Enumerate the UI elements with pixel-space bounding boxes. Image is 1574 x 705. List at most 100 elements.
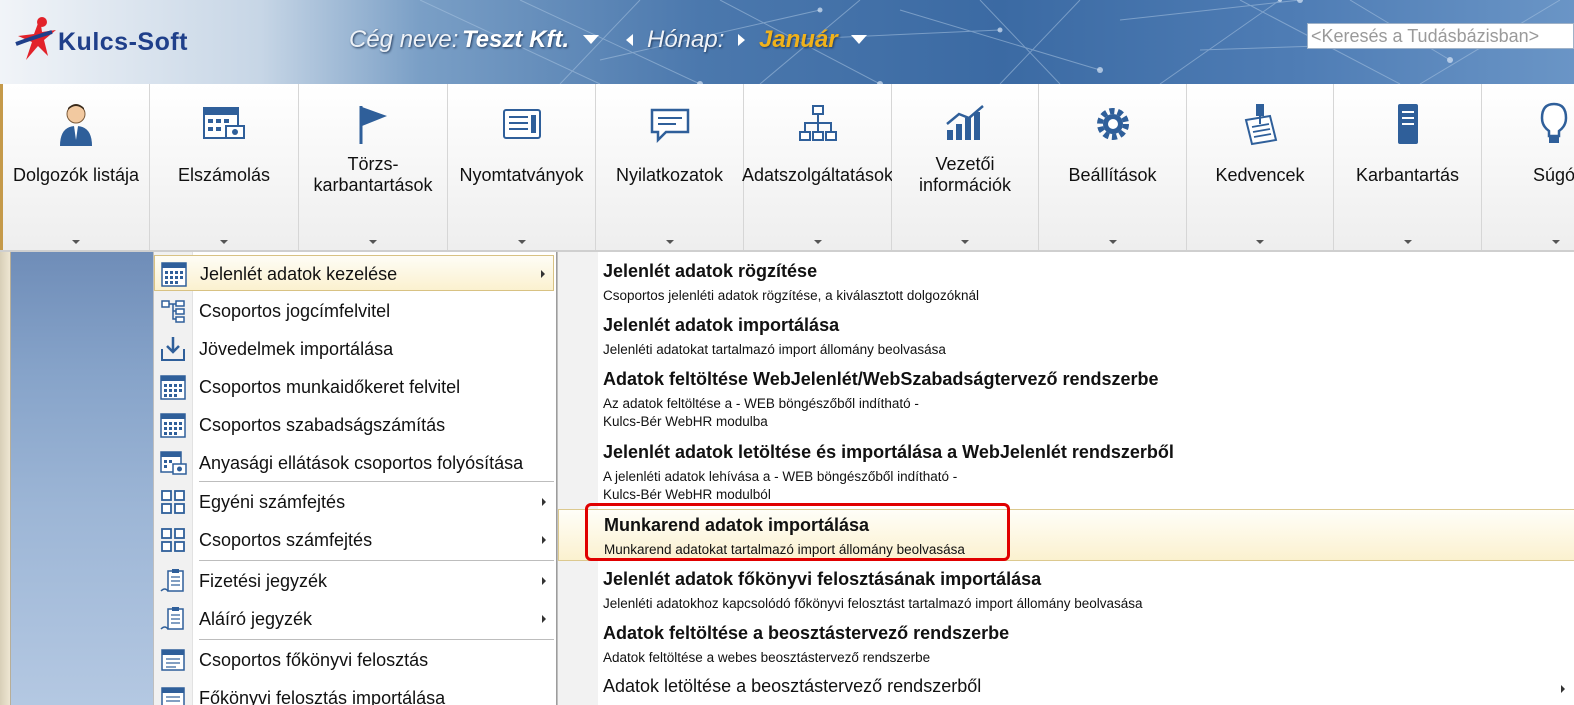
menu-item-income-import[interactable]: Jövedelmek importálása [154,331,554,367]
submenu-item-download-webjelenlet[interactable]: Jelenlét adatok letöltése és importálása… [558,442,1574,506]
menu-item-label: Csoportos munkaidőkeret felvitel [199,377,461,397]
chevron-down-icon [1256,240,1264,244]
ribbon-button-data-services[interactable]: Adatszolgáltatások [741,84,894,250]
month-value[interactable]: Január [759,26,838,54]
menu-separator [199,639,554,640]
calendar-grid-icon [160,375,186,400]
menu-item-label: Főkönyvi felosztás importálása [199,688,446,705]
menu-separator [199,481,554,482]
chevron-down-icon [665,240,674,244]
lightbulb-icon [1540,102,1568,143]
submenu-item-title: Adatok letöltése a beosztástervező rends… [603,676,982,696]
ribbon-label: Nyomtatványok [459,164,584,185]
ribbon-button-payroll[interactable]: Elszámolás [150,84,299,250]
submenu-item-description: Jelenléti adatokhoz kapcsolódó főkönyvi … [603,596,1143,611]
submenu-arrow-icon [542,536,546,544]
submenu-arrow-icon [542,498,546,506]
menu-item-label: Csoportos jogcímfelvitel [199,301,391,321]
chevron-down-icon [1403,240,1412,244]
ribbon-button-help[interactable]: Súgó [1482,84,1574,250]
next-month-icon[interactable] [738,34,745,46]
previous-month-icon[interactable] [626,34,633,46]
ribbon-button-settings[interactable]: Beállítások [1039,84,1187,250]
menu-item-worktime-frame[interactable]: Csoportos munkaidőkeret felvitel [154,369,554,405]
ribbon-button-management-info[interactable]: Vezetői információk [892,84,1039,250]
ribbon-button-master-data[interactable]: Törzs- karbantartások [299,84,448,250]
submenu-item-title: Adatok feltöltése a beosztástervező rend… [603,623,1010,643]
submenu-arrow-icon [541,270,545,278]
company-label: Cég neve: [349,26,459,53]
submenu-arrow-icon [542,615,546,623]
ribbon-button-employees[interactable]: Dolgozók listája [0,84,150,250]
menu-item-ledger-distribution[interactable]: Csoportos főkönyvi felosztás [154,642,554,678]
logo-text: Kulcs-Soft [58,28,188,56]
menu-item-label: Anyasági ellátások csoportos folyósítása [199,453,524,473]
employee-icon [60,104,92,146]
ribbon-button-favorites[interactable]: Kedvencek [1187,84,1334,250]
submenu-arrow-icon [542,577,546,585]
menu-item-group-payroll[interactable]: Csoportos számfejtés [154,522,554,558]
menu-item-signature-list[interactable]: Aláíró jegyzék [154,601,554,637]
ribbon-label: Adatszolgáltatások [741,164,894,185]
ribbon-label: Nyilatkozatok [615,164,724,185]
month-dropdown-icon[interactable] [851,35,867,44]
speech-bubble-icon [650,108,689,144]
main-ribbon: Dolgozók listája Elszámolás Törzs- karba… [0,84,1574,252]
submenu-item-description: Csoportos jelenléti adatok rögzítése, a … [603,288,979,303]
submenu-item-download-scheduler[interactable]: Adatok letöltése a beosztástervező rends… [558,676,1574,704]
ribbon-label: Beállítások [1068,164,1157,185]
menu-item-payslip[interactable]: Fizetési jegyzék [154,563,554,599]
knowledge-base-search-input[interactable] [1307,23,1574,49]
menu-item-leave-calculation[interactable]: Csoportos szabadságszámítás [154,407,554,443]
menu-item-label: Csoportos szabadságszámítás [199,415,446,435]
grid-squares-icon [161,490,185,514]
submenu-item-title: Jelenlét adatok importálása [603,315,840,335]
ribbon-label: Dolgozók listája [12,164,140,185]
org-chart-icon [798,105,837,141]
ribbon-label: Törzs- karbantartások [313,154,433,195]
app-header: Kulcs-Soft Cég neve: Teszt Kft. Hónap: J… [0,0,1574,84]
gear-icon [1096,108,1129,140]
ribbon-button-forms[interactable]: Nyomtatványok [448,84,596,250]
tree-icon [161,300,185,323]
document-icon [502,109,541,139]
ribbon-label: Elszámolás [177,164,271,185]
company-value[interactable]: Teszt Kft. [462,26,569,54]
menu-item-label: Jövedelmek importálása [199,339,394,359]
ribbon-button-declarations[interactable]: Nyilatkozatok [596,84,744,250]
month-label: Hónap: [647,26,725,53]
submenu-item-record-attendance[interactable]: Jelenlét adatok rögzítése Csoportos jele… [558,261,1574,307]
calendar-grid-icon [160,413,186,438]
chevron-down-icon [369,240,377,244]
chevron-down-icon [72,240,80,244]
submenu-item-description: A jelenléti adatok lehívása a - WEB böng… [603,469,958,484]
ribbon-button-maintenance[interactable]: Karbantartás [1334,84,1482,250]
payroll-dropdown-menu: Jelenlét adatok kezelése Csoportos jogcí… [153,252,557,705]
submenu-item-title: Adatok feltöltése WebJelenlét/WebSzabads… [603,369,1159,389]
menu-item-ledger-import[interactable]: Főkönyvi felosztás importálása [154,680,554,705]
splitter-handle[interactable] [0,252,11,705]
server-icon [1397,104,1418,144]
ribbon-label: Karbantartás [1355,164,1460,185]
menu-item-label: Fizetési jegyzék [199,571,328,591]
submenu-item-description: Munkarend adatokat tartalmazó import áll… [604,542,965,557]
chevron-down-icon [813,240,822,244]
chevron-down-icon [517,240,526,244]
menu-item-individual-payroll[interactable]: Egyéni számfejtés [154,484,554,520]
submenu-item-upload-webjelenlet[interactable]: Adatok feltöltése WebJelenlét/WebSzabads… [558,369,1574,433]
submenu-item-upload-scheduler[interactable]: Adatok feltöltése a beosztástervező rend… [558,623,1574,669]
menu-item-maternity-benefits[interactable]: Anyasági ellátások csoportos folyósítása [154,445,554,481]
bar-chart-icon [946,105,984,140]
submenu-item-import-ledger-distribution[interactable]: Jelenlét adatok főkönyvi felosztásának i… [558,569,1574,615]
submenu-item-import-attendance[interactable]: Jelenlét adatok importálása Jelenléti ad… [558,315,1574,361]
chevron-down-icon [1552,240,1560,244]
menu-item-attendance[interactable]: Jelenlét adatok kezelése [154,255,554,291]
calendar-icon [203,107,245,139]
clipboard-pen-icon [160,569,184,592]
chevron-down-icon [220,240,228,244]
menu-item-group-entitlement[interactable]: Csoportos jogcímfelvitel [154,293,554,329]
menu-item-label: Jelenlét adatok kezelése [200,264,398,284]
company-dropdown-icon[interactable] [583,35,599,44]
submenu-item-import-work-schedule[interactable]: Munkarend adatok importálása Munkarend a… [558,509,1574,561]
submenu-item-description: Kulcs-Bér WebHR modulba [603,414,768,429]
